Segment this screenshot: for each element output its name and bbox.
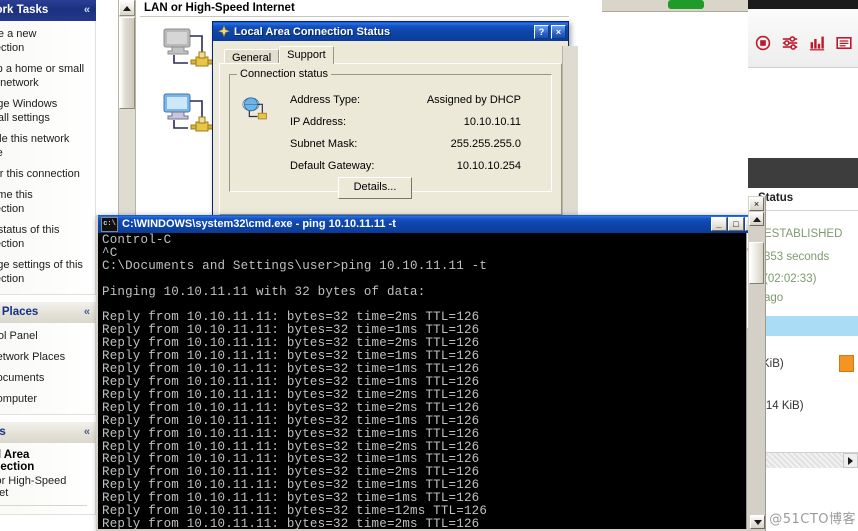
app-top-strip — [748, 0, 858, 9]
dialog-edge-scrollbar[interactable] — [562, 46, 578, 222]
ip-address-value: 10.10.10.11 — [463, 116, 521, 128]
status-line-duration: 353 seconds — [764, 251, 830, 263]
scrollbar-thumb[interactable] — [749, 242, 764, 284]
subnet-mask-label: Subnet Mask: — [290, 138, 358, 150]
table-row: Default Gateway: 10.10.10.254 — [238, 155, 543, 177]
scroll-up-button[interactable] — [749, 212, 764, 226]
minimize-button[interactable]: _ — [711, 217, 727, 231]
task-link-disable-device[interactable]: Disable this network device — [0, 132, 87, 160]
place-link-my-network-places[interactable]: My Network Places — [0, 350, 87, 364]
scroll-down-button[interactable] — [750, 515, 765, 529]
task-link-view-status[interactable]: View status of this connection — [0, 223, 87, 251]
network-tasks-header[interactable]: Network Tasks « — [0, 0, 96, 21]
chevron-down-icon — [753, 519, 762, 525]
place-link-my-computer[interactable]: My Computer — [0, 392, 87, 406]
close-button[interactable]: × — [551, 24, 566, 39]
table-row: Subnet Mask: 255.255.255.0 — [238, 133, 543, 155]
network-status-icon — [217, 24, 231, 37]
watermark: @51CTO博客 — [769, 512, 856, 527]
chevron-up-icon — [752, 216, 761, 222]
task-link-rename-connection[interactable]: Rename this connection — [0, 188, 87, 216]
task-link-setup-home-network[interactable]: Set up a home or small office network — [0, 62, 87, 90]
status-line-established: ESTABLISHED — [764, 228, 843, 240]
help-button[interactable]: ? — [534, 24, 549, 39]
scrollbar-thumb[interactable] — [119, 17, 135, 109]
console-text: Control-C ^C C:\Documents and Settings\u… — [102, 233, 488, 529]
app-dark-divider — [748, 158, 858, 188]
default-gateway-label: Default Gateway: — [290, 160, 375, 172]
console-icon: c:\ — [101, 216, 118, 232]
record-stop-icon[interactable] — [754, 35, 772, 51]
nested-close-button[interactable]: × — [749, 197, 764, 211]
maximize-button[interactable]: □ — [728, 217, 744, 231]
network-tasks-section: Network Tasks « Create a new connection … — [0, 0, 96, 295]
details-header[interactable]: Details « — [0, 421, 96, 443]
dialog-title-bar[interactable]: Local Area Connection Status ? × — [213, 22, 568, 41]
details-connection-name: Local Area Connection — [0, 449, 35, 473]
detail-line-total-kib: (14 KiB) — [762, 400, 804, 412]
other-places-section: Other Places « Control Panel My Network … — [0, 301, 96, 415]
divider — [0, 505, 87, 506]
network-connection-disabled-icon — [163, 28, 214, 67]
dialog-body: General Support Connection status Addres… — [213, 41, 568, 219]
details-section: Details « Local Area Connection LAN or H… — [0, 421, 96, 515]
table-row: IP Address: 10.10.10.11 — [238, 111, 543, 133]
other-places-title: Other Places — [0, 306, 39, 318]
chevron-up-icon[interactable]: « — [84, 422, 90, 443]
list-icon[interactable] — [835, 35, 853, 51]
scroll-right-button[interactable] — [843, 453, 858, 468]
details-button[interactable]: Details... — [338, 177, 412, 199]
status-line-ago: ago — [764, 292, 784, 304]
explorer-task-pane: Network Tasks « Create a new connection … — [0, 0, 96, 531]
preferences-icon[interactable] — [781, 35, 799, 51]
statistics-icon[interactable] — [808, 35, 826, 51]
chevron-up-icon — [123, 5, 131, 11]
status-line-timestamp: (02:02:33) — [764, 273, 817, 285]
table-row: Address Type: Assigned by DHCP — [238, 89, 543, 111]
cmd-title-text: C:\WINDOWS\system32\cmd.exe - ping 10.10… — [122, 218, 396, 230]
app-toolbar: ? — [748, 9, 858, 68]
details-title: Details — [0, 426, 6, 438]
network-connection-enabled-icon — [163, 93, 214, 132]
command-prompt-window: c:\ C:\WINDOWS\system32\cmd.exe - ping 1… — [96, 215, 765, 531]
network-tasks-title: Network Tasks — [0, 4, 49, 16]
chevron-up-icon[interactable]: « — [84, 302, 90, 323]
task-link-repair-connection[interactable]: Repair this connection — [0, 167, 87, 181]
console-output-area[interactable]: Control-C ^C C:\Documents and Settings\u… — [98, 233, 763, 529]
green-indicator — [668, 0, 704, 9]
other-places-header[interactable]: Other Places « — [0, 301, 96, 323]
background-fill — [569, 11, 748, 215]
dialog-title-text: Local Area Connection Status — [234, 25, 391, 38]
chevron-right-icon — [848, 456, 853, 465]
place-link-my-documents[interactable]: My Documents — [0, 371, 87, 385]
tab-support[interactable]: Support — [279, 46, 334, 64]
fieldset-legend: Connection status — [237, 68, 332, 80]
support-tab-panel: Connection status Address Type: Assigned… — [219, 63, 562, 215]
nested-dialog-scrollbar[interactable]: × — [748, 196, 766, 531]
address-type-value: Assigned by DHCP — [426, 94, 521, 106]
details-connection-type: LAN or High-Speed Internet — [0, 475, 67, 499]
connection-globe-icon — [242, 97, 267, 120]
task-link-firewall-settings[interactable]: Change Windows Firewall settings — [0, 97, 87, 125]
chevron-up-icon[interactable]: « — [84, 0, 90, 21]
subnet-mask-value: 255.255.255.0 — [450, 138, 521, 150]
packet-badge-icon — [839, 355, 854, 372]
app-empty-region — [748, 68, 858, 158]
local-area-connection-status-dialog: Local Area Connection Status ? × General… — [212, 21, 578, 222]
dialog-tabs: General Support — [219, 46, 562, 65]
task-link-create-connection[interactable]: Create a new connection — [0, 27, 87, 55]
cmd-title-bar[interactable]: c:\ C:\WINDOWS\system32\cmd.exe - ping 1… — [98, 215, 763, 233]
scroll-up-button[interactable] — [119, 0, 135, 16]
connection-status-fieldset: Connection status Address Type: Assigned… — [229, 68, 552, 199]
background-network-analyzer-app: ? Status ESTABLISHED 353 seconds (02:02:… — [748, 0, 858, 531]
default-gateway-value: 10.10.10.254 — [456, 160, 521, 172]
place-link-control-panel[interactable]: Control Panel — [0, 329, 87, 343]
task-link-change-settings[interactable]: Change settings of this connection — [0, 258, 87, 286]
